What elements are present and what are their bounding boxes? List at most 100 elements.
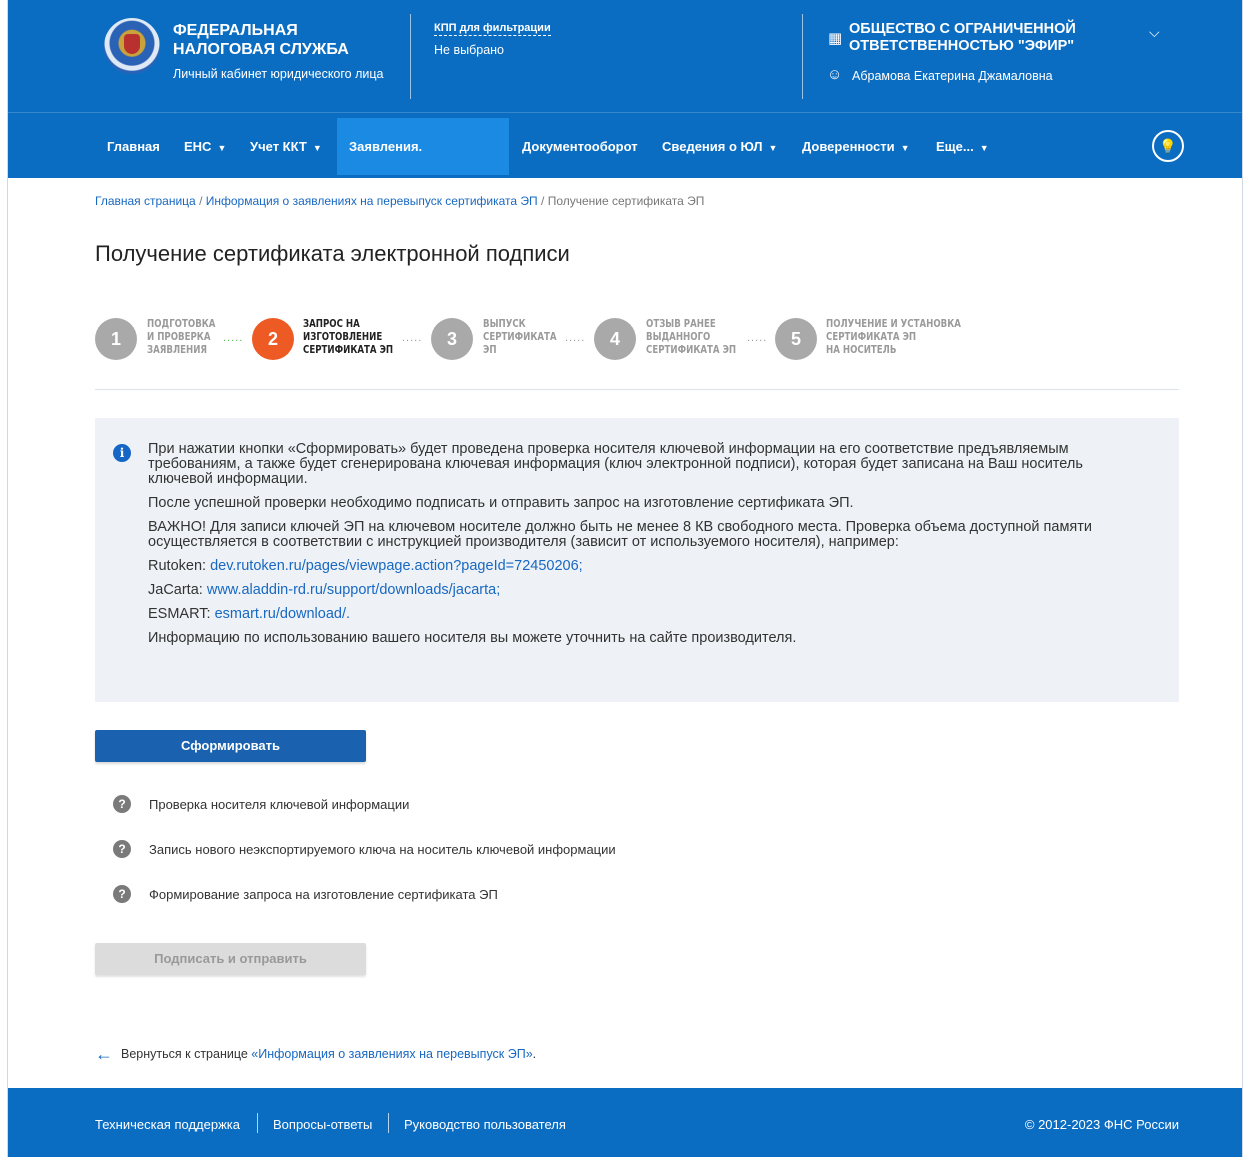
step-label-line: ПОДГОТОВКА [147,318,216,330]
caret-down-icon: ▼ [217,143,227,153]
breadcrumb-current: Получение сертификата ЭП [547,194,705,208]
nav-label: Сведения о ЮЛ [662,139,763,154]
info-paragraph: При нажатии кнопки «Сформировать» будет … [148,441,1083,487]
footer-divider [257,1113,258,1133]
back-suffix: . [532,1047,537,1061]
step-label-line: ЭП [483,344,497,356]
nav-item-company-info[interactable]: Сведения о ЮЛ ▼ [650,118,789,175]
caret-down-icon: ▼ [768,143,778,153]
footer-divider [388,1113,389,1133]
step-4-label: ОТЗЫВ РАНЕЕ ВЫДАННОГО СЕРТИФИКАТА ЭП [646,318,736,357]
sign-and-send-button[interactable]: Подписать и отправить [95,943,366,975]
kpp-filter-label[interactable]: КПП для фильтрации [434,22,551,36]
nav-label: ЕНС [184,139,212,154]
header-divider [410,14,411,99]
nav-item-ens[interactable]: ЕНС ▼ [172,118,238,175]
breadcrumb-separator: / [537,194,548,208]
rutoken-link[interactable]: dev.rutoken.ru/pages/viewpage.action?pag… [210,558,583,574]
eagle-shield-icon [124,34,140,54]
footer-support-link[interactable]: Техническая поддержка [95,1117,240,1132]
step-4-number: 4 [594,318,636,360]
header-divider [802,14,803,99]
info-panel: i При нажатии кнопки «Сформировать» буде… [95,418,1179,702]
step-label-line: ИЗГОТОВЛЕНИЕ [303,331,383,343]
nav-label: Доверенности [802,139,895,154]
nav-item-more[interactable]: Еще... ▼ [924,118,1001,175]
step-connector: ..... [223,332,244,344]
step-3-number: 3 [431,318,473,360]
breadcrumb-home[interactable]: Главная страница [95,194,196,208]
question-icon[interactable]: ? [113,885,131,903]
building-icon: ▦ [828,30,843,47]
header: ФЕДЕРАЛЬНАЯ НАЛОГОВАЯ СЛУЖБА Личный каби… [8,0,1242,112]
vendor-label: Rutoken: [148,558,211,574]
step-connector: ..... [747,332,768,344]
nav-item-powers-of-attorney[interactable]: Доверенности ▼ [790,118,922,175]
info-text: При нажатии кнопки «Сформировать» будет … [148,442,1148,655]
step-1-number: 1 [95,318,137,360]
info-paragraph: Информацию по использованию вашего носит… [148,630,797,646]
back-prefix: Вернуться к странице [121,1047,252,1061]
vendor-label: JaCarta: [148,582,207,598]
step-label-line: ОТЗЫВ РАНЕЕ [646,318,716,330]
chevron-down-icon[interactable]: ⌵ [1149,24,1160,41]
lightbulb-icon[interactable]: 💡 [1152,130,1184,162]
footer: Техническая поддержка Вопросы-ответы Рук… [8,1088,1242,1157]
company-name[interactable]: ОБЩЕСТВО С ОГРАНИЧЕННОЙ ОТВЕТСТВЕННОСТЬЮ… [849,21,1109,55]
vendor-label: ESMART: [148,606,215,622]
step-5-label: ПОЛУЧЕНИЕ И УСТАНОВКА СЕРТИФИКАТА ЭП НА НО… [826,318,961,357]
org-subtitle: Личный кабинет юридического лица [173,67,384,81]
back-link[interactable]: «Информация о заявлениях на перевыпуск Э… [251,1047,532,1061]
back-link-row: ← Вернуться к странице «Информация о заяв… [95,1044,536,1065]
generate-button[interactable]: Сформировать [95,730,366,762]
step-label-line: ЗАЯВЛЕНИЯ [147,344,208,356]
info-jacarta: JaCarta: www.aladdin-rd.ru/support/downl… [148,583,1148,598]
info-icon: i [113,444,131,462]
nav-label: Документооборот [522,139,638,154]
jacarta-link[interactable]: www.aladdin-rd.ru/support/downloads/jaca… [207,582,500,598]
question-icon[interactable]: ? [113,795,131,813]
step-1-label: ПОДГОТОВКА И ПРОВЕРКА ЗАЯВЛЕНИЯ [147,318,215,357]
check-label: Проверка носителя ключевой информации [149,797,410,812]
caret-down-icon: ▼ [900,143,910,153]
breadcrumb-separator: / [195,194,206,208]
check-label: Запись нового неэкспортируемого ключа на… [149,842,616,857]
info-paragraph: ВАЖНО! Для записи ключей ЭП на ключевом … [148,519,1093,550]
caret-down-icon: ▼ [312,143,322,153]
user-icon: ☺ [827,66,843,83]
nav-item-home[interactable]: Главная [95,118,172,175]
step-label-line: ЗАПРОС НА [303,318,360,330]
step-label-line: НА НОСИТЕЛЬ [826,344,897,356]
breadcrumb-parent[interactable]: Информация о заявлениях на перевыпуск се… [206,194,538,208]
step-5-number: 5 [775,318,817,360]
question-icon[interactable]: ? [113,840,131,858]
nav-item-kkt[interactable]: Учет ККТ ▼ [238,118,334,175]
org-title[interactable]: ФЕДЕРАЛЬНАЯ НАЛОГОВАЯ СЛУЖБА [173,21,373,59]
step-connector: ..... [565,332,586,344]
step-label-line: И ПРОВЕРКА [147,331,211,343]
arrow-left-icon[interactable]: ← [95,1044,113,1064]
user-name[interactable]: Абрамова Екатерина Джамаловна [852,69,1053,83]
nav-item-documents[interactable]: Документооборот [510,118,650,175]
info-rutoken: Rutoken: dev.rutoken.ru/pages/viewpage.a… [148,559,1148,574]
step-label-line: ПОЛУЧЕНИЕ И УСТАНОВКА [826,318,961,330]
step-label-line: ВЫПУСК [483,318,526,330]
page-title: Получение сертификата электронной подпис… [95,241,570,266]
step-connector: ..... [402,332,423,344]
step-2-number: 2 [252,318,294,360]
step-label-line: СЕРТИФИКАТА [483,331,557,343]
kpp-filter-value[interactable]: Не выбрано [434,43,504,57]
nav-item-applications[interactable]: Заявления. Запросы ▼ [337,118,509,211]
step-2-label: ЗАПРОС НА ИЗГОТОВЛЕНИЕ СЕРТИФИКАТА ЭП [303,318,393,357]
step-label-line: СЕРТИФИКАТА ЭП [303,344,394,356]
footer-faq-link[interactable]: Вопросы-ответы [273,1117,372,1132]
nav-label: Учет ККТ [250,139,307,154]
step-label-line: СЕРТИФИКАТА ЭП [646,344,737,356]
caret-down-icon: ▼ [979,143,989,153]
step-3-label: ВЫПУСК СЕРТИФИКАТА ЭП [483,318,557,357]
nav-label: Еще... [936,139,974,154]
nav-label: Главная [107,139,160,154]
footer-manual-link[interactable]: Руководство пользователя [404,1117,566,1132]
esmart-link[interactable]: esmart.ru/download/. [215,606,350,622]
info-paragraph: После успешной проверки необходимо подпи… [148,495,854,511]
